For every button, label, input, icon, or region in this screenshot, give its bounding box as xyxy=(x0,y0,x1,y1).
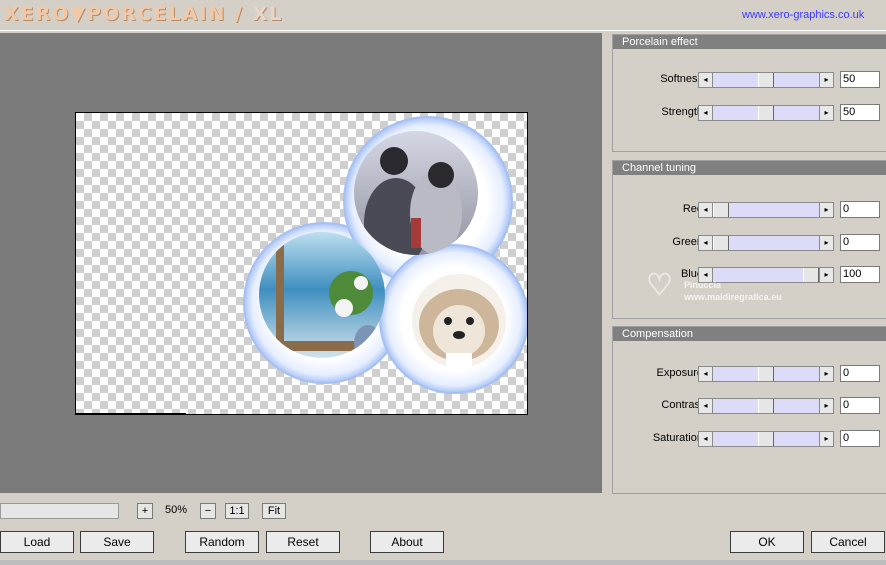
arrow-left-icon[interactable]: ◂ xyxy=(699,367,713,381)
arrow-right-icon[interactable]: ▸ xyxy=(819,106,833,120)
heart-icon: ♡ xyxy=(646,269,673,302)
contrast-slider[interactable]: ◂ ▸ xyxy=(698,398,834,414)
title-bar: XERO▼PORCELAIN / XL www.xero-graphics.co… xyxy=(0,0,886,31)
watermark-url: www.maidiregrafica.eu xyxy=(684,292,782,302)
arrow-left-icon[interactable]: ◂ xyxy=(699,203,713,217)
random-button[interactable]: Random xyxy=(185,531,259,553)
panel-porcelain: Porcelain effect Softness ◂ ▸ 50 Strengt… xyxy=(612,34,886,152)
green-slider[interactable]: ◂ ▸ xyxy=(698,235,834,251)
zoom-in-button[interactable]: + xyxy=(137,503,153,519)
arrow-right-icon[interactable]: ▸ xyxy=(819,432,833,446)
watermark-name: Pinuccia xyxy=(684,280,722,290)
arrow-right-icon[interactable]: ▸ xyxy=(819,203,833,217)
reset-button[interactable]: Reset xyxy=(266,531,340,553)
slider-row-strength: Strength ◂ ▸ 50 xyxy=(613,104,886,121)
slider-row-softness: Softness ◂ ▸ 50 xyxy=(613,71,886,88)
saturation-value[interactable]: 0 xyxy=(840,430,880,447)
panel-title-porcelain: Porcelain effect xyxy=(613,35,886,49)
green-value[interactable]: 0 xyxy=(840,234,880,251)
saturation-label: Saturation xyxy=(652,432,703,444)
load-button[interactable]: Load xyxy=(0,531,74,553)
arrow-left-icon[interactable]: ◂ xyxy=(699,73,713,87)
saturation-thumb[interactable] xyxy=(758,432,774,446)
softness-thumb[interactable] xyxy=(758,73,774,87)
slider-row-red: Red ◂ ▸ 0 xyxy=(613,201,886,218)
zoom-fit-button[interactable]: Fit xyxy=(262,503,286,519)
red-slider[interactable]: ◂ ▸ xyxy=(698,202,834,218)
zoom-out-button[interactable]: − xyxy=(200,503,216,519)
exposure-value[interactable]: 0 xyxy=(840,365,880,382)
blue-value[interactable]: 100 xyxy=(840,266,880,283)
strength-thumb[interactable] xyxy=(758,106,774,120)
arrow-left-icon[interactable]: ◂ xyxy=(699,106,713,120)
arrow-right-icon[interactable]: ▸ xyxy=(819,236,833,250)
arrow-left-icon[interactable]: ◂ xyxy=(699,432,713,446)
slider-row-green: Green ◂ ▸ 0 xyxy=(613,234,886,251)
green-thumb[interactable] xyxy=(713,236,729,250)
softness-value[interactable]: 50 xyxy=(840,71,880,88)
strength-slider[interactable]: ◂ ▸ xyxy=(698,105,834,121)
bottom-strip xyxy=(0,560,886,565)
website-link[interactable]: www.xero-graphics.co.uk xyxy=(742,9,864,21)
red-thumb[interactable] xyxy=(713,203,729,217)
save-button[interactable]: Save xyxy=(80,531,154,553)
panel-compensation: Compensation Exposure ◂ ▸ 0 Contrast ◂ ▸… xyxy=(612,326,886,494)
zoom-actual-size-button[interactable]: 1:1 xyxy=(225,503,249,519)
exposure-slider[interactable]: ◂ ▸ xyxy=(698,366,834,382)
exposure-label: Exposure xyxy=(656,367,703,379)
preview-area[interactable] xyxy=(0,33,602,493)
progress-bar xyxy=(0,503,119,519)
arrow-left-icon[interactable]: ◂ xyxy=(699,236,713,250)
slider-row-contrast: Contrast ◂ ▸ 0 xyxy=(613,397,886,414)
strength-value[interactable]: 50 xyxy=(840,104,880,121)
strength-label: Strength xyxy=(661,106,703,118)
saturation-slider[interactable]: ◂ ▸ xyxy=(698,431,834,447)
slider-row-exposure: Exposure ◂ ▸ 0 xyxy=(613,365,886,382)
exposure-thumb[interactable] xyxy=(758,367,774,381)
preview-canvas[interactable] xyxy=(75,112,528,415)
contrast-thumb[interactable] xyxy=(758,399,774,413)
arrow-right-icon[interactable]: ▸ xyxy=(819,367,833,381)
app-logo: XERO▼PORCELAIN / XL xyxy=(4,3,283,25)
ok-button[interactable]: OK xyxy=(730,531,804,553)
about-button[interactable]: About xyxy=(370,531,444,553)
arrow-right-icon[interactable]: ▸ xyxy=(819,268,833,282)
panel-title-compensation: Compensation xyxy=(613,327,886,341)
arrow-left-icon[interactable]: ◂ xyxy=(699,399,713,413)
red-value[interactable]: 0 xyxy=(840,201,880,218)
softness-label: Softness xyxy=(660,73,703,85)
contrast-value[interactable]: 0 xyxy=(840,397,880,414)
slider-row-saturation: Saturation ◂ ▸ 0 xyxy=(613,430,886,447)
preview-image xyxy=(76,116,527,414)
arrow-right-icon[interactable]: ▸ xyxy=(819,399,833,413)
zoom-level: 50% xyxy=(164,504,188,516)
panel-title-channel: Channel tuning xyxy=(613,161,886,175)
cancel-button[interactable]: Cancel xyxy=(811,531,885,553)
logo-suffix: XL xyxy=(252,3,284,25)
blue-thumb[interactable] xyxy=(803,268,819,282)
contrast-label: Contrast xyxy=(661,399,703,411)
logo-text: XERO▼PORCELAIN / xyxy=(4,3,244,25)
arrow-right-icon[interactable]: ▸ xyxy=(819,73,833,87)
softness-slider[interactable]: ◂ ▸ xyxy=(698,72,834,88)
